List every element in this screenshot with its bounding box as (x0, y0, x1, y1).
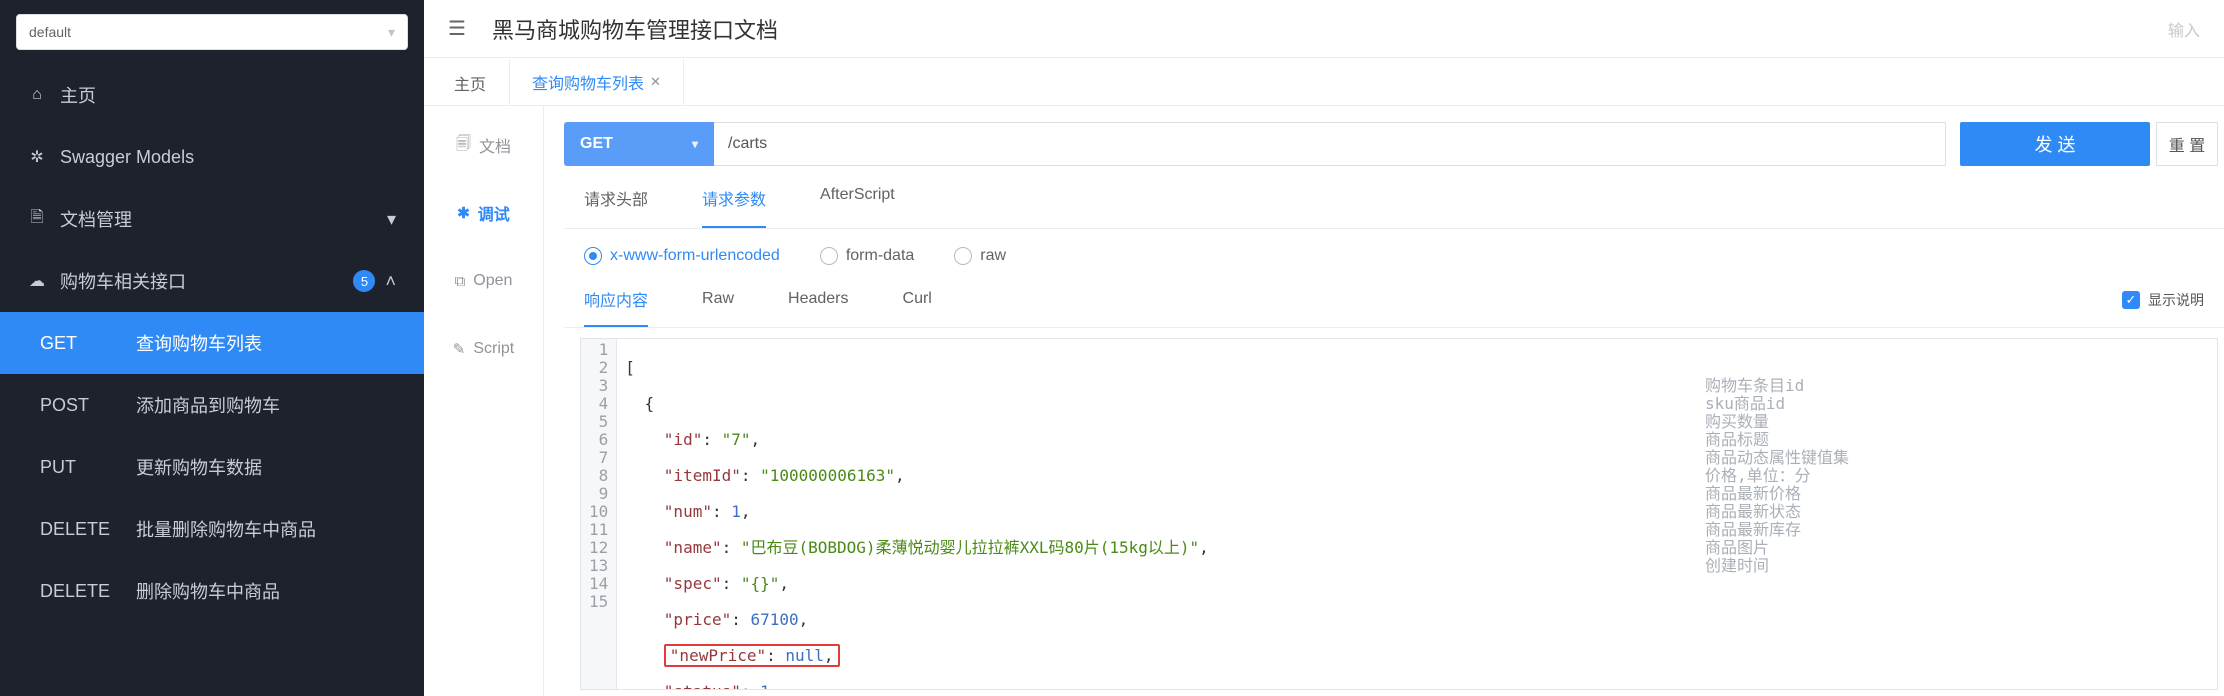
request-row: GET ▾ 发 送 重 置 (564, 122, 2224, 166)
api-item-post-cart[interactable]: POST 添加商品到购物车 (0, 374, 424, 436)
header: ☰ 黑马商城购物车管理接口文档 输入 (424, 0, 2224, 58)
line-gutter: 1 2 3 4 5 6 7 8 9 10 11 12 13 (581, 339, 617, 689)
api-name: 更新购物车数据 (136, 454, 384, 480)
api-name: 删除购物车中商品 (136, 578, 384, 604)
gear-icon: ✲ (28, 148, 46, 166)
sidebar: default ▾ ⌂ 主页 ✲ Swagger Models 🗎 文档管理 ▾… (0, 0, 424, 696)
response-area: 1 2 3 4 5 6 7 8 9 10 11 12 13 (564, 328, 2224, 696)
radio-label: raw (980, 247, 1006, 265)
doc-icon: 🗐 (456, 133, 471, 158)
api-name: 批量删除购物车中商品 (136, 516, 384, 542)
api-method: POST (40, 395, 118, 416)
method-select[interactable]: GET ▾ (564, 122, 714, 166)
url-input[interactable] (714, 122, 1946, 166)
api-method: GET (40, 333, 118, 354)
radio-dot-icon (820, 247, 838, 265)
highlight-newprice: "newPrice": null, (664, 644, 840, 667)
count-badge: 5 (353, 270, 375, 292)
api-item-delete-one[interactable]: DELETE 删除购物车中商品 (0, 560, 424, 622)
page-tabs: 主页 查询购物车列表 ✕ (424, 58, 2224, 106)
api-name: 添加商品到购物车 (136, 392, 384, 418)
work-side: 🗐 文档 ✱ 调试 ⧉ Open ✎ Script (424, 106, 544, 696)
workside-script[interactable]: ✎ Script (424, 316, 543, 382)
home-icon: ⌂ (28, 86, 46, 104)
resptab-content[interactable]: 响应内容 (584, 287, 648, 327)
resptab-headers[interactable]: Headers (788, 290, 848, 324)
sidebar-item-swagger-models[interactable]: ✲ Swagger Models (0, 126, 424, 188)
api-method: DELETE (40, 519, 118, 540)
chevron-up-icon: ˄ (385, 271, 396, 292)
api-item-delete-batch[interactable]: DELETE 批量删除购物车中商品 (0, 498, 424, 560)
workside-label: 文档 (479, 133, 511, 157)
main: ☰ 黑马商城购物车管理接口文档 输入 主页 查询购物车列表 ✕ 🗐 文档 ✱ (424, 0, 2224, 696)
collapse-sidebar-button[interactable]: ☰ (448, 16, 466, 41)
show-desc-label: 显示说明 (2148, 290, 2204, 310)
method-value: GET (580, 135, 613, 153)
body-type-radios: x-www-form-urlencoded form-data raw (564, 229, 2224, 283)
chevron-down-icon: ▾ (692, 137, 698, 151)
workside-debug[interactable]: ✱ 调试 (424, 180, 543, 246)
file-icon: 🗎 (28, 210, 46, 228)
workside-open[interactable]: ⧉ Open (424, 248, 543, 314)
header-search-placeholder[interactable]: 输入 (2168, 17, 2200, 41)
tab-label: 查询购物车列表 (532, 70, 644, 94)
env-select[interactable]: default ▾ (16, 14, 408, 50)
resptab-curl[interactable]: Curl (903, 290, 932, 324)
tab-label: 主页 (454, 71, 486, 95)
api-item-put-cart[interactable]: PUT 更新购物车数据 (0, 436, 424, 498)
sidebar-item-cart-api[interactable]: ☁ 购物车相关接口 5 ˄ (0, 250, 424, 312)
tab-cart-list[interactable]: 查询购物车列表 ✕ (509, 58, 684, 105)
radio-label: form-data (846, 247, 914, 265)
code-text: [ { "id": "7", "itemId": "100000006163",… (617, 339, 1697, 689)
param-tabs: 请求头部 请求参数 AfterScript (564, 166, 2224, 229)
page-title: 黑马商城购物车管理接口文档 (492, 13, 778, 45)
show-description-toggle[interactable]: ✓ 显示说明 (2122, 290, 2204, 324)
api-method: DELETE (40, 581, 118, 602)
resptab-raw[interactable]: Raw (702, 290, 734, 324)
chevron-down-icon: ▾ (387, 209, 396, 230)
radio-formdata[interactable]: form-data (820, 247, 914, 265)
open-icon: ⧉ (455, 273, 466, 290)
workside-label: Script (473, 340, 514, 358)
script-icon: ✎ (453, 340, 466, 358)
close-icon[interactable]: ✕ (650, 74, 661, 90)
api-item-get-carts[interactable]: GET 查询购物车列表 (0, 312, 424, 374)
response-tabs: 响应内容 Raw Headers Curl ✓ 显示说明 (564, 283, 2224, 328)
sidebar-item-docs[interactable]: 🗎 文档管理 ▾ (0, 188, 424, 250)
workside-label: 调试 (478, 201, 510, 225)
sidebar-item-label: 主页 (60, 82, 96, 108)
radio-raw[interactable]: raw (954, 247, 1006, 265)
workside-label: Open (473, 272, 512, 290)
send-button[interactable]: 发 送 (1960, 122, 2150, 166)
chevron-down-icon: ▾ (388, 24, 395, 41)
radio-dot-icon (584, 247, 602, 265)
paramtab-headers[interactable]: 请求头部 (584, 186, 648, 228)
checkbox-checked-icon: ✓ (2122, 291, 2140, 309)
description-column: 购物车条目id sku商品id 购买数量 商品标题 商品动态属性键值集 价格,单… (1697, 339, 2217, 689)
api-name: 查询购物车列表 (136, 330, 384, 356)
tab-home[interactable]: 主页 (432, 58, 509, 105)
paramtab-params[interactable]: 请求参数 (702, 186, 766, 228)
env-select-value: default (29, 24, 71, 40)
sidebar-item-label: 购物车相关接口 (60, 268, 186, 294)
workside-doc[interactable]: 🗐 文档 (424, 112, 543, 178)
radio-label: x-www-form-urlencoded (610, 247, 780, 265)
reset-button[interactable]: 重 置 (2156, 122, 2218, 166)
cloud-icon: ☁ (28, 272, 46, 290)
radio-urlencoded[interactable]: x-www-form-urlencoded (584, 247, 780, 265)
sidebar-item-label: Swagger Models (60, 147, 194, 168)
sidebar-item-label: 文档管理 (60, 206, 132, 232)
api-method: PUT (40, 457, 118, 478)
bug-icon: ✱ (457, 204, 470, 222)
paramtab-afterscript[interactable]: AfterScript (820, 186, 895, 228)
sidebar-item-home[interactable]: ⌂ 主页 (0, 64, 424, 126)
response-code[interactable]: 1 2 3 4 5 6 7 8 9 10 11 12 13 (580, 338, 2218, 690)
radio-dot-icon (954, 247, 972, 265)
